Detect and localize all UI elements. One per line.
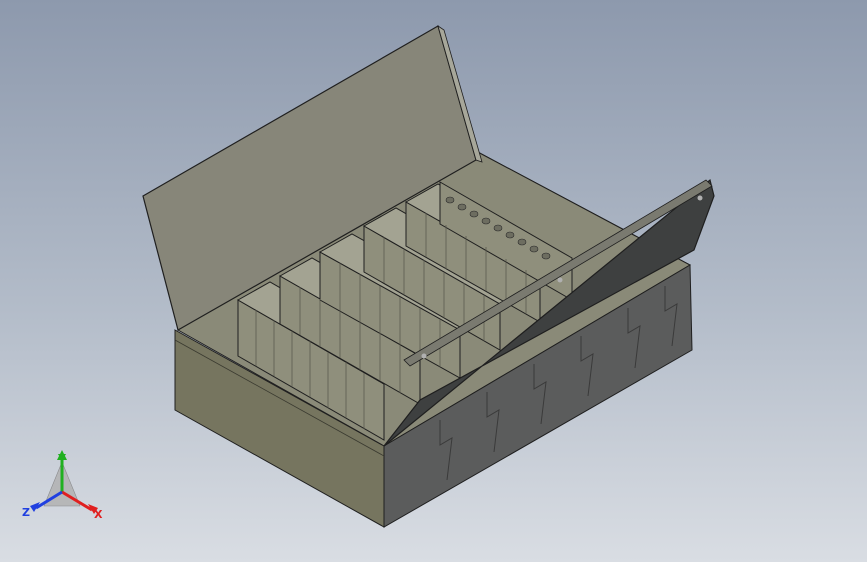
box-assembly-model[interactable] bbox=[0, 0, 867, 562]
lid-screw bbox=[697, 195, 703, 201]
graphics-viewport[interactable]: Y X Z bbox=[0, 0, 867, 562]
orientation-triad[interactable]: Y X Z bbox=[22, 444, 112, 534]
x-axis-label: X bbox=[94, 508, 103, 521]
lid-screw bbox=[557, 277, 563, 283]
lid-screw bbox=[421, 353, 427, 359]
z-axis-label: Z bbox=[22, 506, 30, 519]
y-axis-label: Y bbox=[57, 452, 67, 465]
